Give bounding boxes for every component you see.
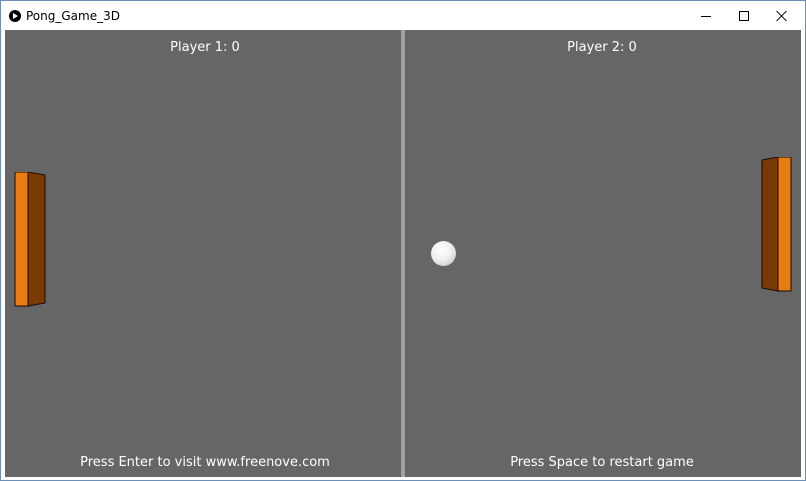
right-paddle (761, 157, 792, 292)
ball (431, 241, 456, 266)
game-canvas[interactable]: Player 1: 0 Player 2: 0 Press Enter to v… (5, 30, 801, 477)
close-icon (776, 10, 788, 22)
window-title: Pong_Game_3D (26, 9, 120, 23)
app-window: Pong_Game_3D Player 1: 0 Player 2: 0 Pre… (0, 0, 806, 481)
player2-score: Player 2: 0 (567, 40, 637, 55)
processing-app-icon (9, 10, 21, 22)
minimize-button[interactable] (687, 1, 725, 30)
maximize-button[interactable] (725, 1, 763, 30)
player1-score: Player 1: 0 (170, 40, 240, 55)
left-paddle (14, 172, 46, 307)
restart-game-hint: Press Space to restart game (510, 455, 694, 470)
maximize-icon (739, 11, 749, 21)
close-button[interactable] (763, 1, 801, 30)
visit-website-hint: Press Enter to visit www.freenove.com (80, 455, 330, 470)
title-bar[interactable]: Pong_Game_3D (1, 1, 805, 30)
court-divider (401, 30, 405, 477)
minimize-icon (701, 16, 711, 17)
